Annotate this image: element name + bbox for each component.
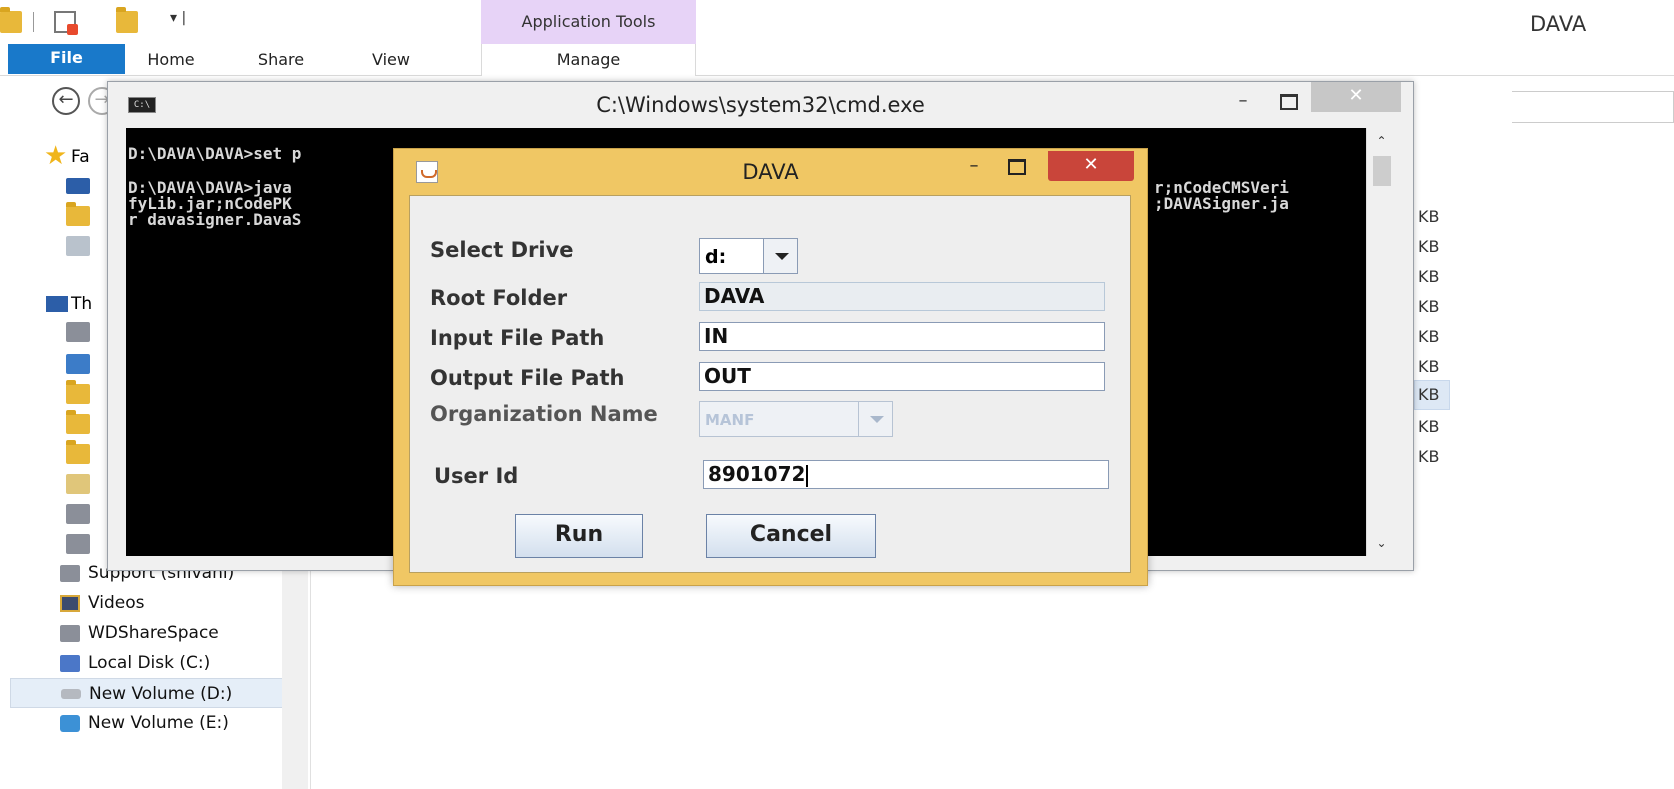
- chevron-down-icon: [858, 402, 892, 436]
- scroll-up-icon[interactable]: ⌃: [1367, 134, 1396, 148]
- desktop-icon: [66, 178, 90, 194]
- scroll-thumb[interactable]: [1373, 156, 1391, 186]
- tree-item-new-volume-d[interactable]: New Volume (D:): [10, 678, 300, 708]
- chevron-down-icon[interactable]: [763, 239, 797, 273]
- file-size-unit: KB: [1418, 267, 1440, 286]
- network-folder-icon: [60, 624, 80, 642]
- new-folder-icon[interactable]: [116, 7, 138, 33]
- cmd-title-bar[interactable]: C:\ C:\Windows\system32\cmd.exe – ✕: [108, 82, 1413, 128]
- videos-folder-icon: [60, 594, 80, 612]
- tree-item-label: New Volume (D:): [89, 684, 233, 704]
- text-caret: [806, 464, 809, 487]
- quick-access-toolbar: ▾ | Application Tools DAVA: [0, 0, 1674, 44]
- drive-icon: [61, 689, 81, 699]
- customize-toolbar-dropdown[interactable]: ▾ |: [170, 10, 186, 26]
- console-scrollbar[interactable]: ⌃ ⌄: [1366, 128, 1396, 556]
- select-drive-value: d:: [705, 246, 727, 268]
- run-button[interactable]: Run: [515, 514, 643, 558]
- this-pc-icon: [46, 296, 68, 312]
- file-size-unit: KB: [1418, 327, 1440, 346]
- ribbon-tabs: File Home Share View Manage: [0, 44, 1674, 76]
- dialog-content: Select Drive d: Root Folder DAVA Input F…: [409, 195, 1131, 573]
- file-size-unit: KB: [1418, 417, 1440, 436]
- organization-name-value: MANF: [705, 411, 755, 429]
- favorites-label[interactable]: Fa: [71, 147, 90, 167]
- navigation-pane-scrollbar[interactable]: [282, 560, 308, 789]
- tab-file[interactable]: File: [8, 44, 125, 74]
- network-folder-icon: [66, 322, 90, 342]
- organization-name-dropdown: MANF: [699, 401, 893, 437]
- cmd-close-button[interactable]: ✕: [1311, 82, 1401, 112]
- network-folder-icon: [66, 504, 90, 524]
- input-file-path-label: Input File Path: [430, 326, 605, 350]
- output-file-path-label: Output File Path: [430, 366, 625, 390]
- tree-item-videos[interactable]: Videos: [60, 588, 145, 618]
- cancel-button[interactable]: Cancel: [706, 514, 876, 558]
- user-id-value: 8901072: [708, 462, 806, 486]
- music-folder-icon: [66, 440, 90, 464]
- tree-item-new-volume-e[interactable]: New Volume (E:): [60, 708, 229, 738]
- console-line: r davasigner.DavaS: [128, 210, 302, 229]
- select-drive-dropdown[interactable]: d:: [699, 238, 798, 274]
- root-folder-label: Root Folder: [430, 286, 568, 310]
- cmd-maximize-button[interactable]: [1270, 90, 1306, 114]
- tree-item-label: Local Disk (C:): [88, 653, 211, 673]
- file-size-unit: KB: [1418, 297, 1440, 316]
- network-folder-icon: [60, 564, 80, 582]
- tab-view[interactable]: View: [362, 44, 420, 76]
- user-id-label: User Id: [434, 464, 519, 488]
- tab-share[interactable]: Share: [248, 44, 314, 76]
- console-line: ;DAVASigner.ja: [1154, 194, 1289, 213]
- contextual-tab-group: Application Tools: [481, 0, 696, 44]
- cmd-window-title: C:\Windows\system32\cmd.exe: [596, 93, 925, 117]
- root-folder-field: DAVA: [699, 282, 1105, 311]
- cmd-minimize-button[interactable]: –: [1225, 90, 1261, 114]
- tab-home[interactable]: Home: [138, 44, 204, 76]
- input-file-path-field[interactable]: IN: [699, 322, 1105, 351]
- file-size-unit: KB: [1418, 207, 1440, 226]
- tree-item-label: New Volume (E:): [88, 713, 229, 733]
- recent-places-icon: [66, 236, 90, 256]
- organization-name-label: Organization Name: [430, 402, 658, 426]
- back-arrow-icon[interactable]: ←: [52, 87, 80, 115]
- file-size-unit: KB: [1414, 380, 1450, 410]
- local-disk-icon: [60, 654, 80, 672]
- explorer-window-title: DAVA: [1530, 12, 1587, 36]
- dialog-title: DAVA: [742, 160, 799, 184]
- output-file-path-field[interactable]: OUT: [699, 362, 1105, 391]
- documents-folder-icon: [66, 380, 90, 404]
- properties-icon[interactable]: [54, 11, 78, 35]
- folder-icon[interactable]: [0, 7, 22, 33]
- downloads-folder-icon: [66, 410, 90, 434]
- address-bar[interactable]: [1512, 91, 1674, 123]
- tree-item-wdsharespace[interactable]: WDShareSpace: [60, 618, 219, 648]
- file-size-unit: KB: [1418, 357, 1440, 376]
- screen: ▾ | Application Tools DAVA File Home Sha…: [0, 0, 1674, 789]
- drive-icon: [60, 714, 80, 732]
- user-id-field[interactable]: 8901072: [703, 460, 1109, 489]
- file-size-unit: KB: [1418, 447, 1440, 466]
- console-line: D:\DAVA\DAVA>set p: [128, 144, 302, 163]
- network-folder-icon: [66, 534, 90, 554]
- scroll-down-icon[interactable]: ⌄: [1367, 536, 1396, 550]
- contextual-tab-group-label: Application Tools: [521, 12, 656, 31]
- dava-dialog: DAVA – ✕ Select Drive d: Root Folder DAV…: [393, 148, 1148, 586]
- tab-manage[interactable]: Manage: [481, 44, 696, 76]
- dialog-close-button[interactable]: ✕: [1048, 151, 1134, 181]
- tree-item-label: Videos: [88, 593, 145, 613]
- dialog-minimize-button[interactable]: –: [959, 155, 989, 181]
- file-size-unit: KB: [1418, 237, 1440, 256]
- favorites-star-icon: ★: [44, 141, 68, 171]
- downloads-folder-icon: [66, 202, 90, 226]
- pictures-folder-icon: [66, 474, 90, 494]
- select-drive-label: Select Drive: [430, 238, 574, 262]
- toolbar-separator: [33, 12, 34, 32]
- dialog-maximize-button[interactable]: [1001, 155, 1031, 181]
- desktop-folder-icon: [66, 354, 90, 374]
- tree-item-label: WDShareSpace: [88, 623, 219, 643]
- this-pc-label[interactable]: Th: [71, 294, 92, 314]
- tree-item-local-disk-c[interactable]: Local Disk (C:): [60, 648, 210, 678]
